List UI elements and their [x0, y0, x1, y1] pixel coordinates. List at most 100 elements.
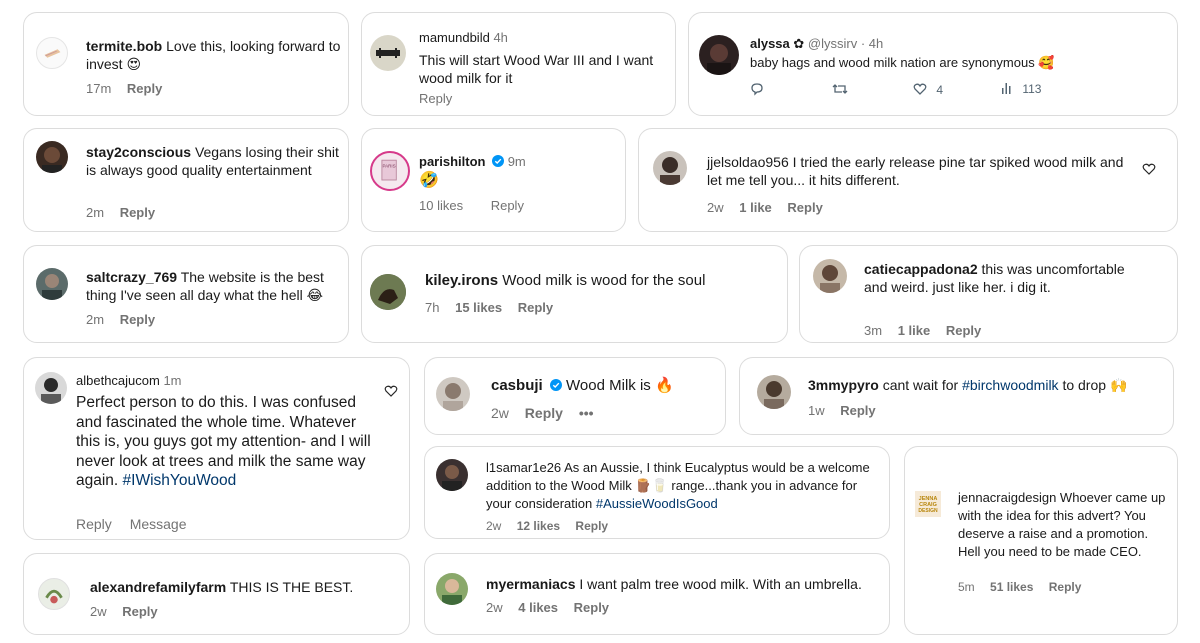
comment-meta: 5m 51 likes Reply [958, 580, 1093, 594]
comment-meta: 2m Reply [86, 312, 167, 327]
avatar[interactable] [436, 459, 468, 491]
comment-meta: 2w Reply [90, 604, 170, 619]
heart-eyes-emoji: 😍 [126, 56, 142, 72]
more-icon[interactable]: ••• [579, 405, 594, 421]
retweet-icon[interactable] [832, 82, 848, 99]
reply-button[interactable]: Reply [574, 600, 609, 615]
username[interactable]: alexandrefamilyfarm [90, 579, 226, 595]
comment-body: termite.bob Love this, looking forward t… [86, 37, 342, 73]
likes-count[interactable]: 4 likes [518, 600, 558, 615]
reply-button[interactable]: Reply [1049, 580, 1082, 594]
username[interactable]: 3mmypyro [808, 377, 879, 393]
timestamp: 17m [86, 81, 112, 96]
like-button[interactable]: 4 [913, 82, 943, 97]
views-count: 113 [1022, 82, 1042, 96]
avatar-image [376, 48, 400, 58]
hashtag-link[interactable]: #birchwoodmilk [962, 377, 1058, 393]
likes-count[interactable]: 10 likes [419, 198, 463, 213]
avatar-image [41, 378, 61, 404]
comment-body: saltcrazy_769 The website is the best th… [86, 268, 346, 304]
reply-button[interactable]: Reply [518, 300, 553, 315]
likes-count[interactable]: 12 likes [517, 519, 560, 533]
timestamp: 4h [493, 30, 508, 45]
timestamp: 2w [90, 604, 107, 619]
timestamp: 1w [808, 403, 825, 418]
comment-header: parishilton 9m [419, 153, 526, 171]
comment-card-stay2conscious: stay2conscious Vegans losing their shit … [23, 128, 349, 232]
reply-button[interactable]: Reply [525, 405, 563, 421]
reply-button[interactable]: Reply [491, 198, 524, 213]
tweet-header: alyssa ✿ @lyssirv · 4h [750, 35, 883, 53]
reply-button[interactable]: Reply [840, 403, 875, 418]
avatar[interactable] [436, 377, 470, 411]
username[interactable]: parishilton [419, 154, 485, 169]
avatar[interactable] [36, 141, 68, 173]
avatar-image [820, 265, 840, 293]
avatar[interactable] [36, 268, 68, 300]
avatar-image [42, 274, 62, 300]
reply-button[interactable]: Reply [575, 519, 608, 533]
likes-count[interactable]: 51 likes [990, 580, 1033, 594]
reply-button[interactable]: Reply [120, 205, 155, 220]
reply-button[interactable]: Reply [787, 200, 822, 215]
avatar-image [764, 381, 784, 409]
avatar[interactable] [436, 573, 468, 605]
username[interactable]: stay2conscious [86, 144, 191, 160]
username[interactable]: kiley.irons [425, 272, 498, 289]
heart-icon[interactable] [384, 384, 398, 398]
username[interactable]: catiecappadona2 [864, 261, 978, 277]
reply-button[interactable]: Reply [122, 604, 157, 619]
comment-meta: 7h 15 likes Reply [425, 300, 565, 315]
heart-icon[interactable] [1142, 162, 1156, 176]
hashtag-link[interactable]: #IWishYouWood [123, 472, 237, 489]
comment-body: kiley.irons Wood milk is wood for the so… [425, 272, 705, 290]
comment-card-catie: catiecappadona2 this was uncomfortable a… [799, 245, 1178, 343]
avatar[interactable] [370, 35, 406, 71]
username[interactable]: saltcrazy_769 [86, 269, 177, 285]
username[interactable]: termite.bob [86, 38, 162, 54]
username[interactable]: l1samar1e26 [486, 460, 561, 475]
handle[interactable]: @lyssirv · 4h [808, 36, 883, 51]
message-button[interactable]: Message [130, 516, 187, 532]
avatar[interactable] [653, 151, 687, 185]
likes-count[interactable]: 1 like [898, 323, 931, 338]
avatar[interactable] [35, 372, 67, 404]
laughing-emoji: 😂 [306, 287, 323, 303]
username[interactable]: myermaniacs [486, 576, 576, 592]
timestamp: 2m [86, 312, 105, 327]
avatar[interactable] [38, 578, 70, 610]
username[interactable]: albethcajucom [76, 373, 160, 388]
avatar[interactable]: PARIS [370, 151, 410, 191]
verified-icon [492, 155, 505, 167]
avatar[interactable] [757, 375, 791, 409]
avatar[interactable] [699, 35, 739, 75]
avatar[interactable] [813, 259, 847, 293]
hashtag-link[interactable]: #AussieWoodIsGood [596, 496, 718, 511]
likes-count[interactable]: 15 likes [455, 300, 502, 315]
timestamp: 2w [486, 600, 503, 615]
views-button[interactable]: 113 [1001, 82, 1041, 96]
username[interactable]: mamundbild [419, 30, 490, 45]
comment-meta: 1w Reply [808, 403, 888, 418]
avatar[interactable] [370, 274, 406, 310]
avatar[interactable]: JENNA CRAIG DESIGN [915, 491, 941, 517]
reply-icon[interactable] [750, 82, 764, 99]
display-name[interactable]: alyssa ✿ [750, 36, 804, 51]
likes-count[interactable]: 1 like [739, 200, 772, 215]
avatar[interactable] [36, 37, 68, 69]
comment-card-termite: termite.bob Love this, looking forward t… [23, 12, 349, 116]
avatar-image [660, 157, 680, 185]
username[interactable]: jennacraigdesign [958, 490, 1056, 505]
username[interactable]: jjelsoldao956 [707, 154, 789, 170]
reply-button[interactable]: Reply [946, 323, 981, 338]
reply-button[interactable]: Reply [76, 516, 112, 532]
raised-hands-emoji: 🙌 [1109, 377, 1128, 393]
reply-button[interactable]: Reply [419, 91, 452, 106]
reply-button[interactable]: Reply [127, 81, 162, 96]
comment-card-mamundbild: mamundbild 4h This will start Wood War I… [361, 12, 676, 116]
comment-meta: 2w 12 likes Reply [486, 519, 620, 533]
reply-button[interactable]: Reply [120, 312, 155, 327]
comment-text: Wood Milk is [566, 377, 651, 394]
username[interactable]: casbuji [491, 377, 543, 394]
comment-body: jennacraigdesign Whoever came up with th… [958, 489, 1170, 561]
